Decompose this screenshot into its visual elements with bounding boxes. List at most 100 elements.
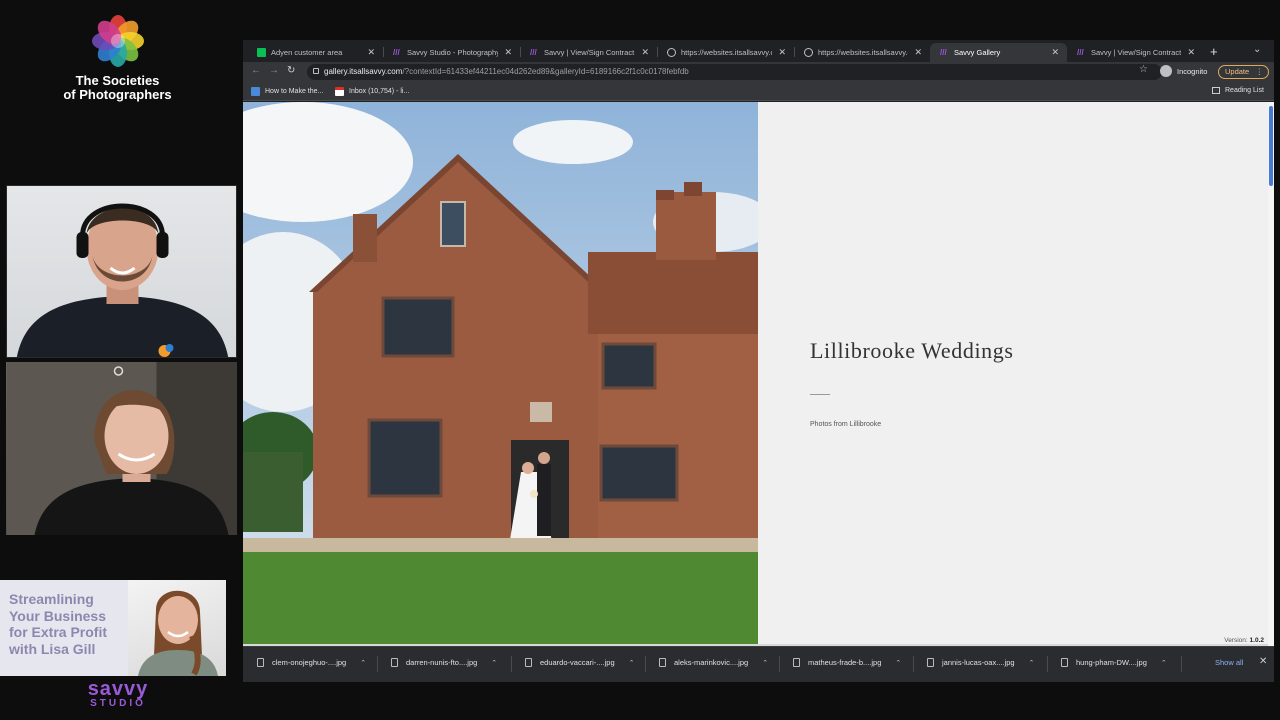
- url-host: gallery.itsallsavvy.com: [324, 67, 403, 76]
- tab-close-icon[interactable]: ✕: [778, 47, 786, 58]
- download-item[interactable]: matheus-frade-b....jpg ⌃: [793, 658, 901, 667]
- tab-strip: Adyen customer area ✕ /// Savvy Studio -…: [243, 40, 1274, 62]
- savvy-icon: ///: [1077, 48, 1084, 57]
- savvy-icon: ///: [940, 48, 947, 57]
- scrollbar-thumb[interactable]: [1269, 106, 1273, 186]
- tab-label: Savvy Studio - Photography S: [407, 48, 499, 57]
- tab-savvy-gallery[interactable]: /// Savvy Gallery ✕: [930, 43, 1067, 62]
- societies-logo: The Societies of Photographers: [60, 12, 175, 102]
- chevron-up-icon[interactable]: ⌃: [1029, 659, 1035, 667]
- webcam-presenter-1: [6, 185, 237, 358]
- page-content: Lillibrooke Weddings Photos from Lillibr…: [243, 102, 1274, 647]
- webcam-presenter-2: [6, 362, 237, 535]
- gallery-subtitle: Photos from Lillibrooke: [810, 421, 882, 428]
- tab-search-chevron-icon[interactable]: ⌄: [1253, 44, 1261, 55]
- chevron-up-icon[interactable]: ⌃: [629, 659, 635, 667]
- reading-list-button[interactable]: Reading List: [1212, 87, 1264, 94]
- reload-icon[interactable]: ↻: [287, 65, 295, 76]
- incognito-indicator[interactable]: Incognito: [1160, 65, 1207, 77]
- tab-savvy-studio[interactable]: /// Savvy Studio - Photography S ✕: [383, 43, 520, 62]
- file-icon: [525, 658, 532, 667]
- downloads-bar: clem-onojeghuo-....jpg ⌃ darren-nunis-ft…: [243, 646, 1274, 682]
- chevron-up-icon[interactable]: ⌃: [1161, 659, 1167, 667]
- download-item[interactable]: eduardo-vaccari-....jpg ⌃: [525, 658, 635, 667]
- update-label: Update: [1225, 67, 1250, 76]
- chevron-up-icon[interactable]: ⌃: [491, 659, 497, 667]
- download-item[interactable]: darren-nunis-fto....jpg ⌃: [391, 658, 497, 667]
- file-icon: [659, 658, 666, 667]
- url-text[interactable]: gallery.itsallsavvy.com/?contextId=61433…: [324, 67, 689, 76]
- savvy-studio-logo: savvy STUDIO: [76, 678, 160, 710]
- download-separator: [377, 656, 378, 672]
- tab-close-icon[interactable]: ✕: [367, 47, 375, 58]
- forward-arrow-icon[interactable]: →: [269, 65, 279, 76]
- tab-close-icon[interactable]: ✕: [1187, 47, 1195, 58]
- incognito-label: Incognito: [1177, 66, 1208, 76]
- title-divider: [810, 394, 830, 395]
- download-item[interactable]: jannis-lucas-oax....jpg ⌃: [927, 658, 1034, 667]
- back-arrow-icon[interactable]: ←: [251, 65, 261, 76]
- reading-list-icon: [1212, 87, 1220, 94]
- chevron-up-icon[interactable]: ⌃: [895, 659, 901, 667]
- incognito-icon: [1160, 65, 1172, 77]
- presenter-1-figure: [16, 203, 228, 357]
- file-icon: [257, 658, 264, 667]
- file-icon: [391, 658, 398, 667]
- download-item[interactable]: aleks-marinkovic....jpg ⌃: [659, 658, 768, 667]
- lock-icon[interactable]: [313, 68, 319, 74]
- tab-label: https://websites.itsallsavvy.co: [818, 48, 909, 57]
- tab-close-icon[interactable]: ✕: [504, 47, 512, 58]
- tab-close-icon[interactable]: ✕: [914, 47, 922, 58]
- browser-toolbar: ← → ↻ gallery.itsallsavvy.com/?contextId…: [243, 62, 1274, 83]
- globe-icon: [804, 48, 813, 57]
- download-separator: [645, 656, 646, 672]
- savvy-logo-word: savvy: [87, 678, 149, 700]
- bookmark-gmail-inbox[interactable]: Inbox (10,754) - li...: [335, 87, 409, 96]
- browser-window: Adyen customer area ✕ /// Savvy Studio -…: [243, 40, 1274, 682]
- kebab-menu-icon: ⋮: [1255, 67, 1264, 76]
- show-all-downloads-link[interactable]: Show all: [1215, 658, 1243, 667]
- download-separator: [511, 656, 512, 672]
- tab-websites-1[interactable]: https://websites.itsallsavvy.co ✕: [657, 43, 794, 62]
- download-separator: [779, 656, 780, 672]
- version-label: Version: 1.0.2: [1224, 637, 1264, 644]
- tab-label: Savvy | View/Sign Contract: [1091, 48, 1182, 57]
- savvy-icon: ///: [530, 48, 537, 57]
- file-icon: [1061, 658, 1068, 667]
- tab-close-icon[interactable]: ✕: [1051, 47, 1059, 58]
- promo-line: for Extra Profit: [9, 624, 108, 640]
- tab-view-sign-contract[interactable]: /// Savvy | View/Sign Contract ✕: [520, 43, 657, 62]
- wedding-house-image: [243, 102, 758, 646]
- download-filename: clem-onojeghuo-....jpg: [272, 658, 347, 667]
- speaker-photo: [128, 580, 226, 676]
- gallery-cover-photo[interactable]: [243, 102, 758, 646]
- address-bar[interactable]: gallery.itsallsavvy.com/?contextId=61433…: [307, 64, 1162, 80]
- tab-close-icon[interactable]: ✕: [641, 47, 649, 58]
- new-tab-plus-icon[interactable]: +: [1210, 44, 1218, 59]
- tab-label: Savvy | View/Sign Contract: [544, 48, 635, 57]
- bookmarks-bar: How to Make the... Inbox (10,754) - li..…: [243, 83, 1274, 101]
- file-icon: [927, 658, 934, 667]
- tab-view-sign-contract-2[interactable]: /// Savvy | View/Sign Contract ✕: [1067, 43, 1203, 62]
- download-item[interactable]: clem-onojeghuo-....jpg ⌃: [257, 658, 366, 667]
- download-filename: jannis-lucas-oax....jpg: [942, 658, 1015, 667]
- bookmark-how-to-make[interactable]: How to Make the...: [251, 87, 323, 96]
- chevron-up-icon[interactable]: ⌃: [360, 659, 366, 667]
- promo-title: Streamlining Your Business for Extra Pro…: [9, 591, 131, 657]
- globe-icon: [667, 48, 676, 57]
- close-downloads-icon[interactable]: ✕: [1259, 656, 1267, 667]
- tab-label: Adyen customer area: [271, 48, 343, 57]
- presenter-2-figure: [6, 362, 237, 535]
- tab-adyen[interactable]: Adyen customer area ✕: [247, 43, 383, 62]
- bookmark-label: Inbox (10,754) - li...: [349, 88, 410, 95]
- bookmark-page-icon: [251, 87, 260, 96]
- update-button[interactable]: Update ⋮: [1218, 65, 1269, 79]
- tab-label: https://websites.itsallsavvy.co: [681, 48, 773, 57]
- screen: The Societies of Photographers Streamlin…: [0, 0, 1280, 720]
- promo-line: with Lisa Gill: [9, 640, 96, 657]
- chevron-up-icon[interactable]: ⌃: [762, 659, 768, 667]
- bookmark-star-icon[interactable]: ☆: [1139, 64, 1148, 75]
- download-item[interactable]: hung-pham-DW....jpg ⌃: [1061, 658, 1167, 667]
- tab-websites-2[interactable]: https://websites.itsallsavvy.co ✕: [794, 43, 930, 62]
- gallery-info-panel: Lillibrooke Weddings Photos from Lillibr…: [758, 102, 1268, 646]
